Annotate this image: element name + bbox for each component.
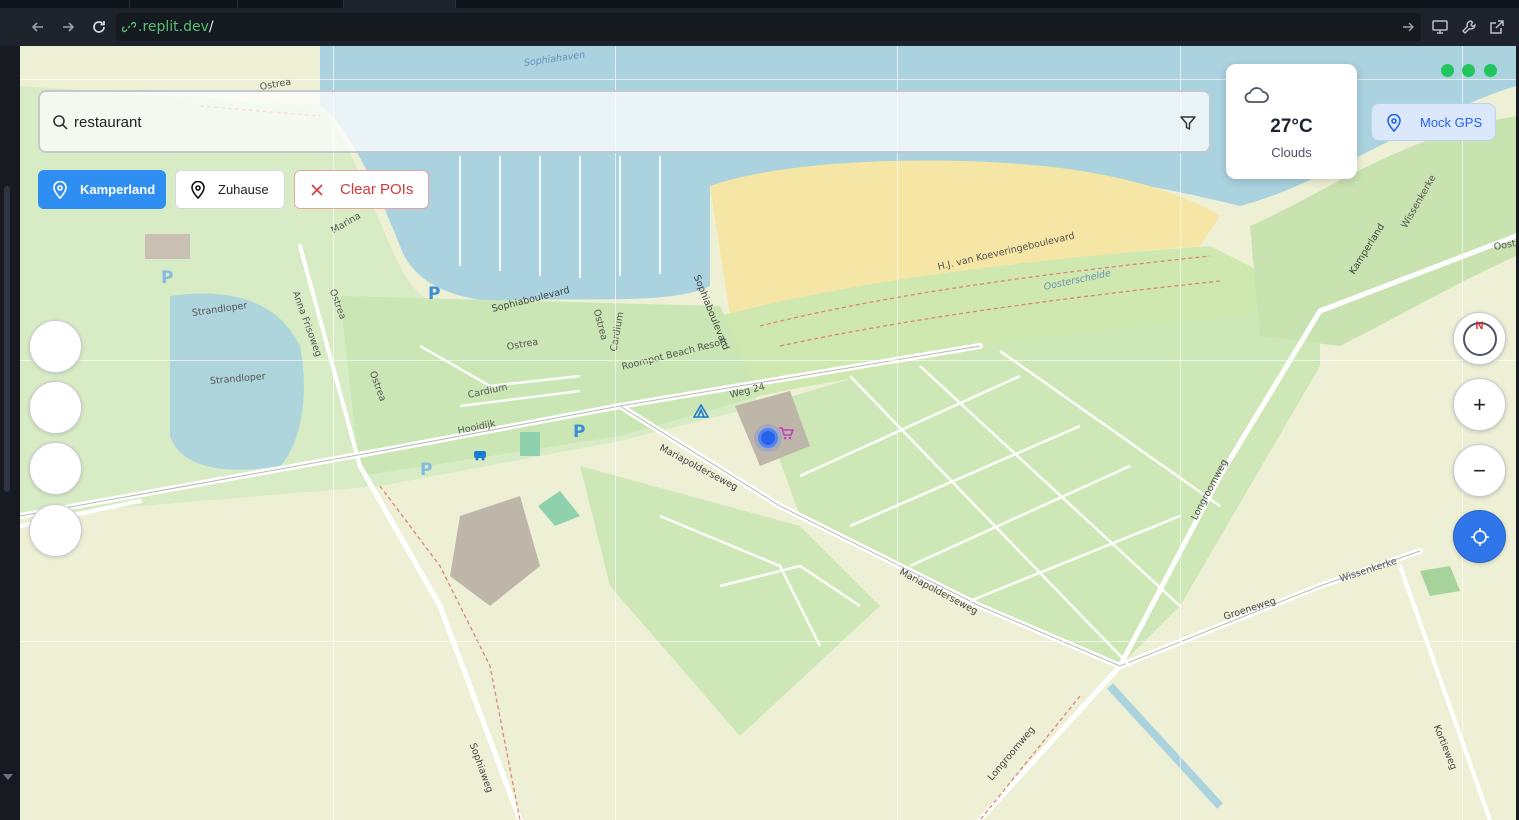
crosshair-icon bbox=[1470, 527, 1489, 546]
mock-gps-button[interactable]: Mock GPS bbox=[1371, 103, 1496, 141]
link-icon bbox=[122, 21, 136, 33]
search-input[interactable] bbox=[74, 110, 1154, 134]
back-button[interactable] bbox=[28, 17, 48, 37]
arrow-left-icon bbox=[31, 22, 43, 32]
status-indicator bbox=[1441, 64, 1454, 77]
mock-gps-label: Mock GPS bbox=[1420, 115, 1483, 130]
browser-tab[interactable] bbox=[238, 0, 344, 8]
minus-icon: − bbox=[1473, 457, 1486, 483]
parking-icon: P bbox=[161, 268, 174, 288]
status-indicator bbox=[1462, 64, 1475, 77]
filter-icon[interactable] bbox=[1179, 114, 1197, 132]
plus-icon: + bbox=[1473, 391, 1486, 417]
url-path: / bbox=[208, 19, 214, 35]
monitor-icon[interactable] bbox=[1431, 18, 1449, 36]
scrollbar-thumb[interactable] bbox=[4, 186, 10, 492]
forward-button[interactable] bbox=[58, 17, 78, 37]
search-bar bbox=[38, 90, 1211, 153]
grid-line bbox=[1180, 46, 1181, 820]
side-action-button[interactable] bbox=[29, 320, 82, 373]
zuhause-location-button[interactable]: Zuhause bbox=[175, 170, 285, 209]
browser-tab[interactable] bbox=[20, 0, 130, 8]
browser-tab[interactable] bbox=[130, 0, 238, 8]
url-domain: .replit.dev bbox=[138, 19, 209, 35]
wrench-icon[interactable] bbox=[1460, 18, 1478, 36]
reload-button[interactable] bbox=[89, 17, 109, 37]
clear-pois-button[interactable]: Clear POIs bbox=[294, 170, 429, 209]
side-action-button[interactable] bbox=[29, 504, 82, 557]
caravan-icon[interactable] bbox=[473, 449, 487, 461]
grid-line bbox=[20, 641, 1516, 642]
shopping-cart-icon[interactable] bbox=[778, 426, 794, 440]
grid-line bbox=[20, 360, 1516, 361]
zoom-out-button[interactable]: − bbox=[1453, 444, 1506, 497]
grid-line bbox=[333, 46, 334, 820]
grid-line bbox=[897, 46, 898, 820]
external-link-icon[interactable] bbox=[1488, 18, 1506, 36]
reload-icon bbox=[93, 21, 105, 33]
zuhause-label: Zuhause bbox=[218, 182, 269, 197]
browser-toolbar: .replit.dev/ bbox=[0, 8, 1519, 46]
browser-tab-active[interactable] bbox=[344, 0, 456, 8]
parking-icon: P bbox=[573, 422, 586, 442]
side-action-button[interactable] bbox=[29, 442, 82, 495]
zoom-in-button[interactable]: + bbox=[1453, 378, 1506, 431]
compass-icon: N bbox=[1462, 319, 1497, 356]
go-arrow-icon[interactable] bbox=[1401, 20, 1415, 34]
campsite-icon[interactable] bbox=[693, 404, 709, 418]
compass-north-label: N bbox=[1475, 319, 1484, 332]
grid-line bbox=[615, 46, 616, 820]
clear-pois-label: Clear POIs bbox=[340, 181, 414, 198]
search-icon bbox=[53, 115, 68, 130]
weather-card: 27°C Clouds bbox=[1226, 64, 1357, 179]
parking-icon: P bbox=[428, 284, 441, 304]
weather-condition: Clouds bbox=[1271, 145, 1312, 160]
user-location-marker bbox=[758, 428, 778, 448]
kamperland-label: Kamperland bbox=[80, 182, 156, 197]
left-panel-gutter bbox=[0, 46, 20, 820]
tab-strip bbox=[0, 0, 1519, 8]
address-bar[interactable]: .replit.dev/ bbox=[116, 13, 1421, 41]
weather-temperature: 27°C bbox=[1270, 116, 1313, 137]
map-pin-icon bbox=[53, 180, 67, 199]
kamperland-location-button[interactable]: Kamperland bbox=[38, 170, 166, 209]
locate-me-button[interactable] bbox=[1453, 510, 1506, 563]
grid-line bbox=[1462, 46, 1463, 820]
compass-button[interactable]: N bbox=[1453, 312, 1506, 365]
parking-icon: P bbox=[420, 460, 433, 480]
map-pin-icon bbox=[1387, 114, 1401, 132]
scroll-down-arrow-icon[interactable] bbox=[3, 774, 13, 780]
close-icon bbox=[311, 183, 323, 196]
arrow-right-icon bbox=[63, 22, 75, 32]
map-pin-icon bbox=[191, 180, 205, 199]
cloud-icon bbox=[1244, 87, 1269, 103]
side-action-button[interactable] bbox=[29, 381, 82, 434]
url-text: .replit.dev/ bbox=[138, 19, 214, 35]
status-indicator bbox=[1484, 64, 1497, 77]
